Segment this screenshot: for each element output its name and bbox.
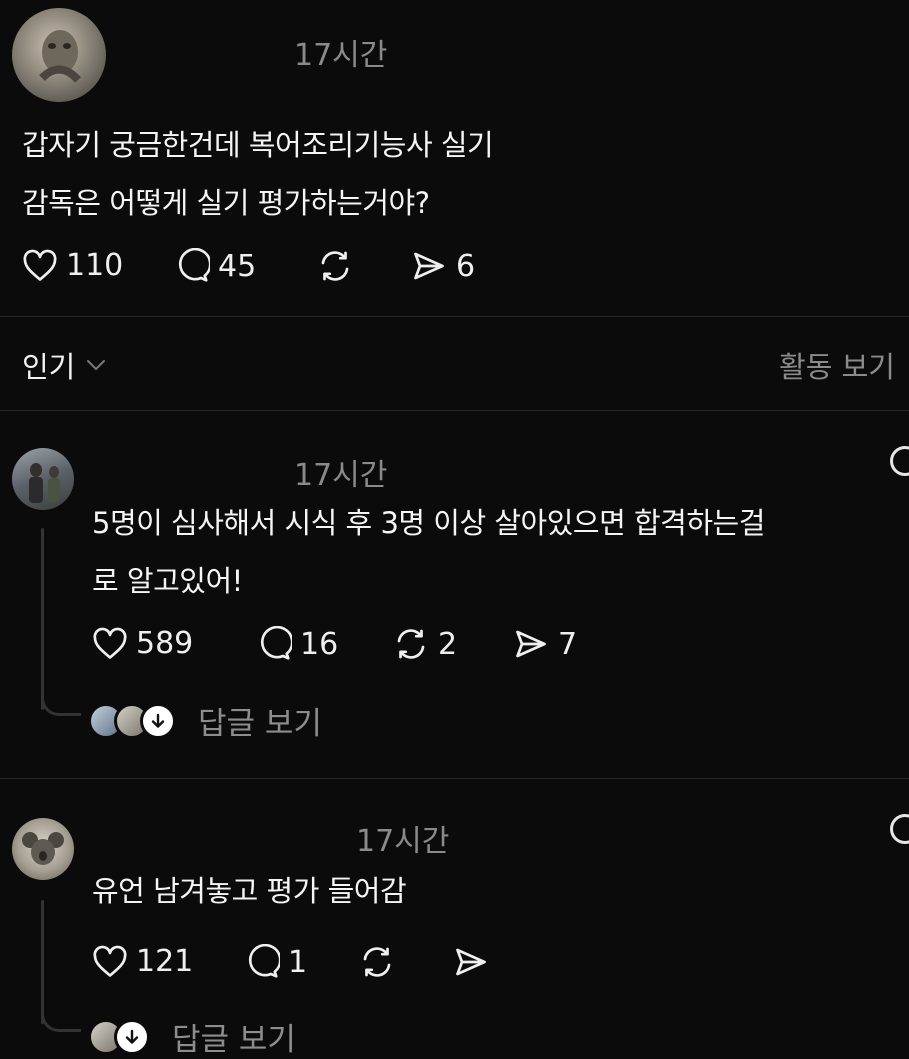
post-body-line: 갑자기 궁금한건데 복어조리기능사 실기 xyxy=(22,128,494,162)
comment-repost-button[interactable]: 2 xyxy=(392,626,457,662)
like-count: 121 xyxy=(136,944,194,979)
comment-reply-button[interactable]: 16 xyxy=(256,626,338,662)
view-replies-label: 답글 보기 xyxy=(198,706,322,742)
sort-dropdown[interactable]: 인기 xyxy=(22,344,107,386)
comment-like-button[interactable]: 121 xyxy=(92,944,193,979)
view-replies-row[interactable]: 답글 보기 xyxy=(88,698,322,743)
comment-reply-button[interactable]: 1 xyxy=(244,944,307,980)
view-replies-row[interactable]: 답글 보기 xyxy=(88,1014,296,1059)
repost-icon xyxy=(321,251,349,281)
send-icon xyxy=(516,630,546,658)
send-icon xyxy=(456,948,486,976)
comment-author-avatar[interactable] xyxy=(12,818,74,880)
view-replies-label: 답글 보기 xyxy=(172,1022,296,1058)
post-comment-button[interactable]: 45 xyxy=(174,248,256,284)
comment-count: 45 xyxy=(218,248,257,284)
mention-icon[interactable] xyxy=(890,814,909,844)
comment-body: 5명이 심사해서 시식 후 3명 이상 살아있으면 합격하는걸 로 알고있어! xyxy=(92,494,909,610)
chevron-down-icon xyxy=(87,360,106,371)
post-body-line: 감독은 어떻게 실기 평가하는거야? xyxy=(22,186,430,220)
comment-count: 16 xyxy=(300,626,339,662)
post-body: 갑자기 궁금한건데 복어조리기능사 실기 감독은 어떻게 실기 평가하는거야? xyxy=(22,116,882,232)
post-share-button[interactable]: 6 xyxy=(410,248,475,284)
comment-timestamp: 17시간 xyxy=(294,458,388,493)
arrow-down-icon xyxy=(140,702,176,739)
repost-count: 2 xyxy=(438,626,458,662)
post-author-avatar[interactable] xyxy=(12,8,106,102)
comment-count: 1 xyxy=(288,944,308,980)
mention-icon[interactable] xyxy=(890,446,909,476)
comment-bubble-icon xyxy=(248,944,280,978)
heart-icon xyxy=(93,627,127,659)
koala-photo-icon xyxy=(22,832,64,865)
post-repost-button[interactable] xyxy=(316,248,354,284)
repost-icon xyxy=(397,629,425,659)
like-count: 589 xyxy=(136,626,194,661)
send-icon xyxy=(414,252,444,280)
divider xyxy=(0,316,909,317)
cat-photo-icon xyxy=(39,30,81,83)
post-like-button[interactable]: 110 xyxy=(22,248,123,283)
arrow-down-icon xyxy=(114,1018,150,1055)
comment-bubble-icon xyxy=(178,248,210,282)
comment-share-button[interactable] xyxy=(452,944,490,980)
comment-body-line: 5명이 심사해서 시식 후 3명 이상 살아있으면 합격하는걸 xyxy=(92,506,765,540)
comment-body-line: 로 알고있어! xyxy=(92,564,243,598)
share-count: 6 xyxy=(456,248,476,284)
people-photo-icon xyxy=(29,463,60,503)
like-count: 110 xyxy=(66,248,124,283)
comment-repost-button[interactable] xyxy=(358,944,396,980)
sort-label: 인기 xyxy=(22,350,76,384)
post-timestamp: 17시간 xyxy=(294,38,388,73)
comment-body: 유언 남겨놓고 평가 들어감 xyxy=(92,862,892,920)
share-count: 7 xyxy=(558,626,578,662)
comment-bubble-icon xyxy=(260,626,292,660)
repost-icon xyxy=(363,947,391,977)
divider xyxy=(0,778,909,779)
comment-body-line: 유언 남겨놓고 평가 들어감 xyxy=(92,874,407,908)
divider xyxy=(0,410,909,411)
heart-icon xyxy=(93,945,127,977)
comment-like-button[interactable]: 589 xyxy=(92,626,193,661)
comment-timestamp: 17시간 xyxy=(356,824,450,859)
thread-curve xyxy=(41,680,81,716)
comment-author-avatar[interactable] xyxy=(12,448,74,510)
comment-share-button[interactable]: 7 xyxy=(512,626,577,662)
heart-icon xyxy=(23,249,57,281)
thread-curve xyxy=(41,996,81,1032)
view-activity-link[interactable]: 활동 보기 xyxy=(779,344,895,386)
